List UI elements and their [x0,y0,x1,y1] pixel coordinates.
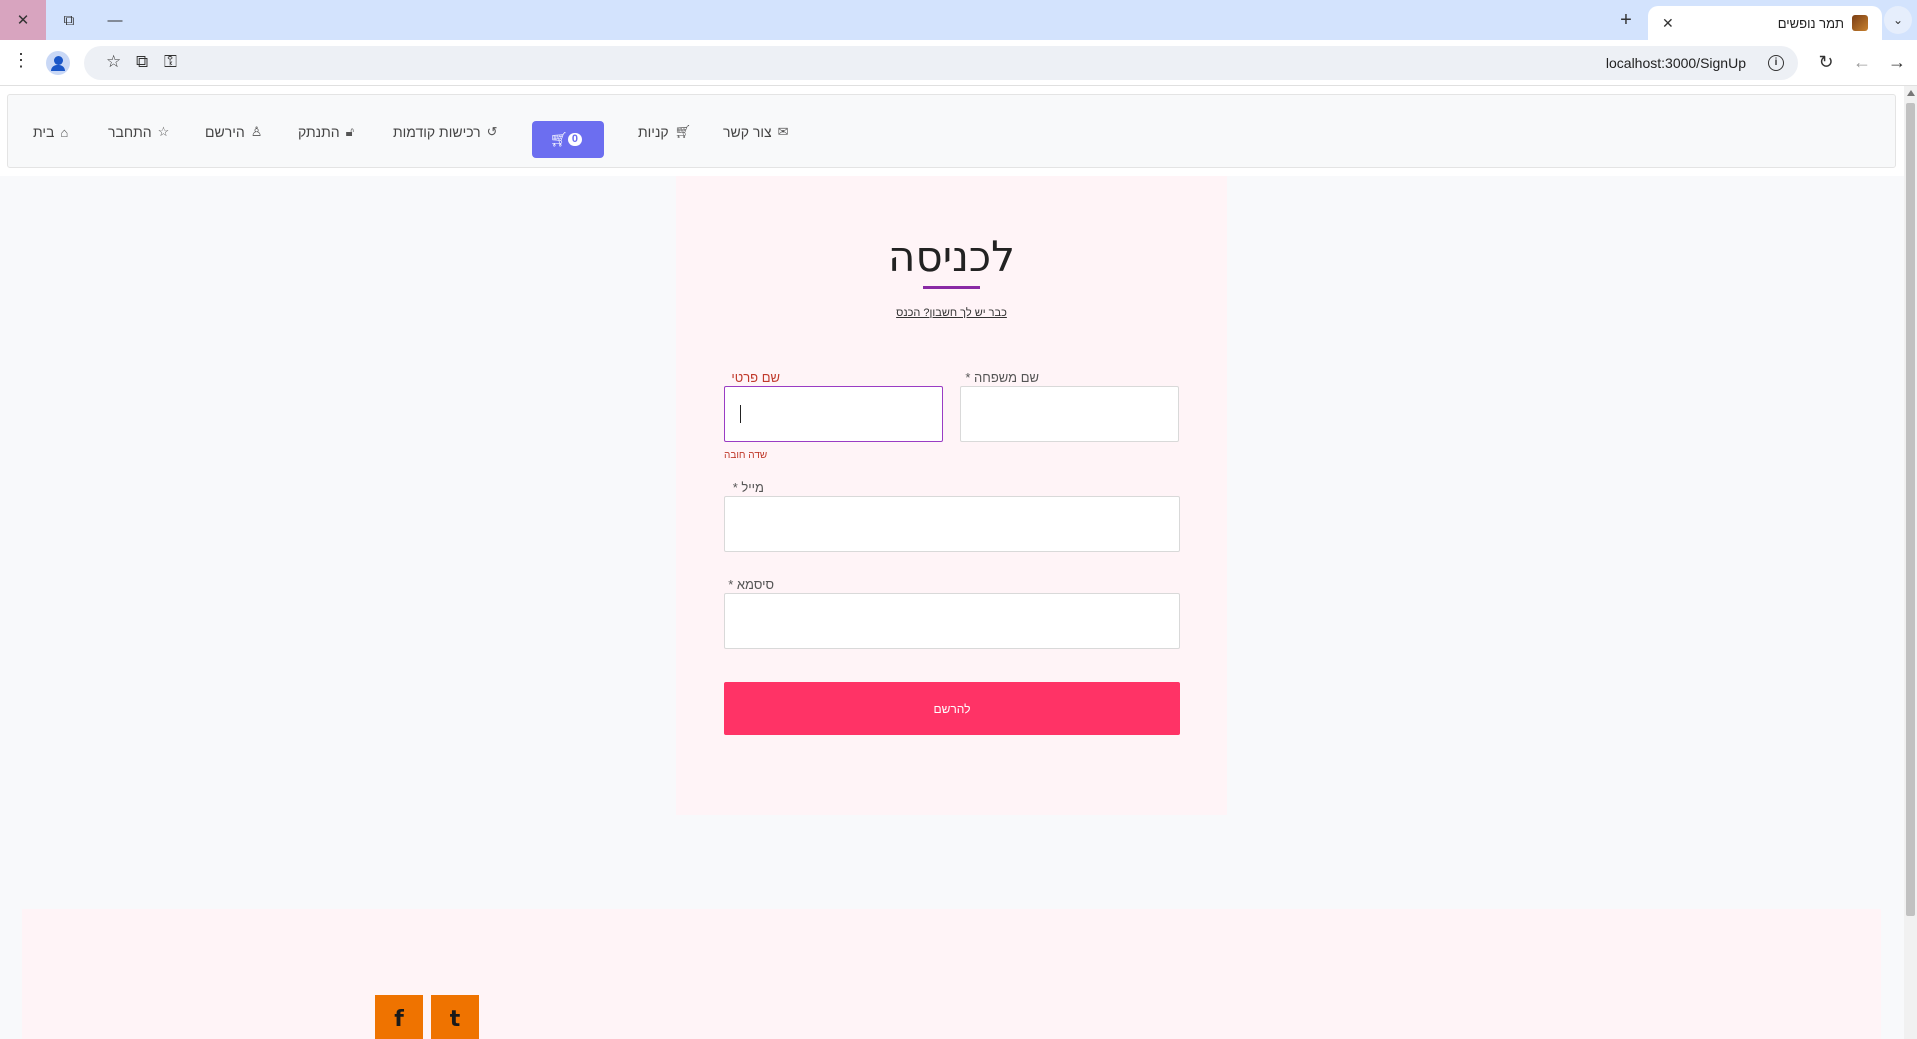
login-link[interactable]: כבר יש לך חשבון? הכנס [676,307,1227,319]
cart-icon: 🛒︎ [674,124,692,139]
signup-card: לכניסה כבר יש לך חשבון? הכנס שם פרטי * ש… [676,176,1227,815]
star-icon: ☆ [157,124,170,139]
browser-tab[interactable]: תמר נופשים ✕ [1648,6,1882,40]
site-info-icon[interactable]: i [1768,55,1784,71]
browser-menu-icon[interactable]: ⋮ [12,50,30,71]
email-field[interactable] [724,496,1180,552]
last-name-label: שם משפחה * [965,370,1039,385]
site-header: ⌂ בית ☆ התחבר ♙ הירשם 🔓︎ התנתק ↺ רכישות … [0,86,1904,176]
text-caret [740,405,741,423]
title-underline [923,286,980,289]
unlock-icon: 🔓︎ [345,124,355,139]
browser-toolbar: ☆ ⧉ ⚿ localhost:3000/SignUp i [0,40,1917,86]
first-name-field[interactable] [724,386,943,442]
nav-label: הירשם [205,124,245,140]
nav-label: רכישות קודמות [393,124,481,140]
cart-button[interactable]: 🛒︎ 0 [532,121,604,158]
address-bar[interactable]: ☆ ⧉ ⚿ localhost:3000/SignUp i [84,46,1798,80]
nav-label: התנתק [298,124,340,140]
nav-label: קניות [638,124,669,140]
envelope-icon: ✉ [777,124,789,139]
url-text[interactable]: localhost:3000/SignUp [1606,46,1746,80]
password-field[interactable] [724,593,1180,649]
new-tab-button[interactable]: + [1612,7,1640,33]
nav-item-signup[interactable]: ♙ הירשם [205,95,262,169]
password-label: סיסמא * [728,577,774,592]
window-minimize-button[interactable]: — [92,0,138,40]
last-name-field[interactable] [960,386,1179,442]
site-nav: ⌂ בית ☆ התחבר ♙ הירשם 🔓︎ התנתק ↺ רכישות … [7,94,1896,168]
cart-icon: 🛒︎ [550,131,568,147]
favicon-icon [1852,15,1868,31]
email-label: מייל * [732,480,764,495]
nav-item-contact[interactable]: ✉ צור קשר [723,95,789,169]
window-restore-button[interactable]: ⧉ [46,0,92,40]
bookmark-star-icon[interactable]: ☆ [106,52,121,72]
password-key-icon[interactable]: ⚿ [164,52,177,72]
nav-label: התחבר [108,124,152,140]
tab-title: תמר נופשים [1777,15,1844,31]
first-name-error: שדה חובה [724,450,768,461]
nav-item-shopping[interactable]: 🛒︎ קניות [638,95,691,169]
signup-button[interactable]: להרשם [724,682,1180,735]
nav-item-home[interactable]: ⌂ בית [33,95,68,169]
translate-icon[interactable]: ⧉ [136,52,148,72]
tumblr-icon[interactable]: t [431,995,479,1039]
nav-label: צור קשר [723,124,772,140]
nav-item-previous-purchases[interactable]: ↺ רכישות קודמות [393,95,498,169]
scrollbar-thumb[interactable] [1906,103,1915,916]
reload-icon[interactable]: ↻ [1815,52,1837,73]
nav-item-logout[interactable]: 🔓︎ התנתק [298,95,354,169]
nav-label: בית [33,124,55,140]
browser-tab-bar: ✕ ⧉ — + תמר נופשים ✕ ⌄ [0,0,1917,40]
cart-count-badge: 0 [567,133,582,146]
home-icon: ⌂ [60,124,69,140]
tab-close-icon[interactable]: ✕ [1662,15,1674,32]
history-icon: ↺ [486,124,498,139]
footer: f t [22,909,1881,1039]
back-icon[interactable]: ← [1851,52,1873,73]
nav-item-login[interactable]: ☆ התחבר [108,95,169,169]
facebook-icon[interactable]: f [375,995,423,1039]
forward-icon[interactable]: → [1886,52,1908,73]
profile-avatar-icon[interactable] [46,51,70,75]
scroll-up-arrow-icon[interactable] [1907,90,1915,96]
user-icon: ♙ [250,124,263,139]
page-title: לכניסה [888,232,1015,281]
tab-search-menu-icon[interactable]: ⌄ [1884,6,1912,34]
window-close-button[interactable]: ✕ [0,0,46,40]
